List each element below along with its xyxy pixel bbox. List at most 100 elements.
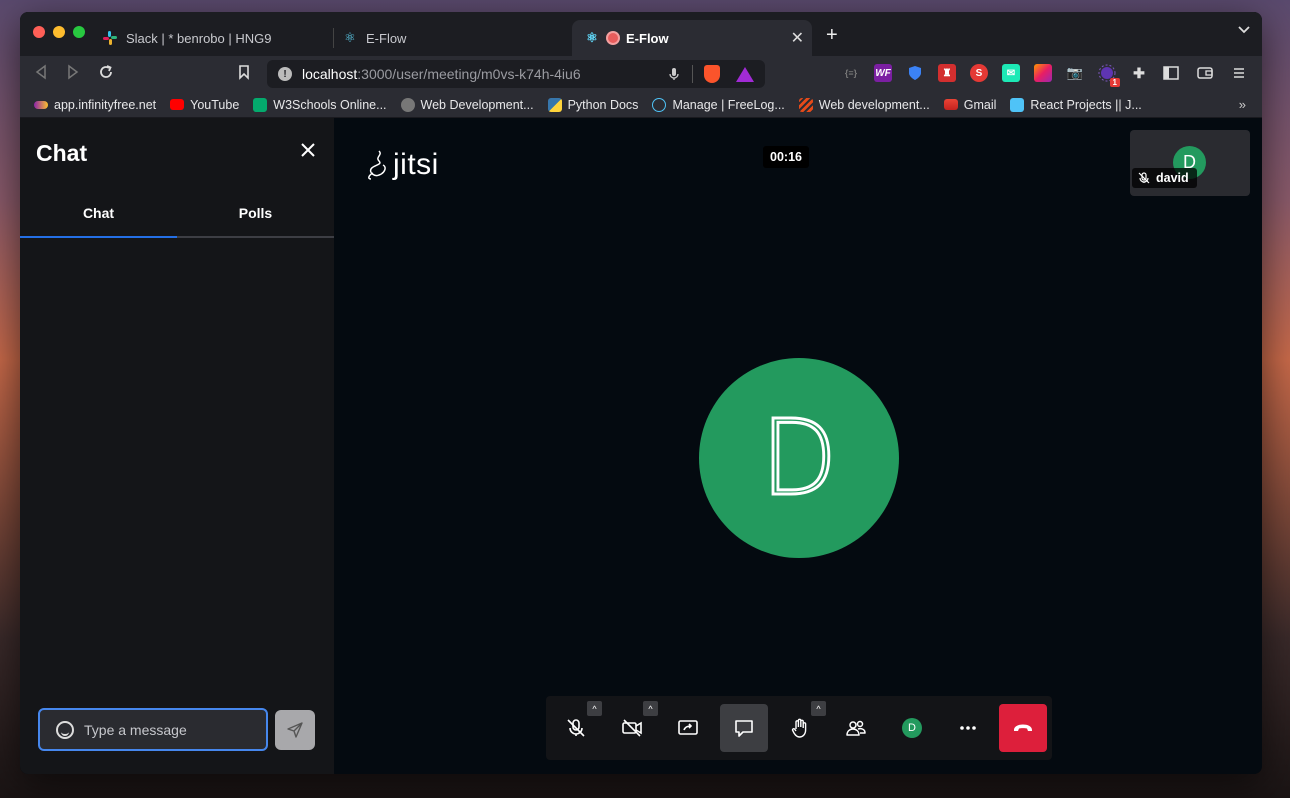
url-text: localhost:3000/user/meeting/m0vs-k74h-4i… — [302, 66, 581, 82]
vpn-shield-icon[interactable] — [906, 64, 924, 82]
globe-icon — [400, 97, 415, 112]
slack-icon — [102, 30, 118, 46]
tab-search-chevron-icon[interactable] — [1238, 26, 1250, 34]
url-divider — [692, 65, 693, 83]
more-icon — [960, 726, 976, 730]
tab-strip: Slack | * benrobo | HNG9 ⚛ E-Flow ⚛ E-Fl… — [20, 12, 1262, 56]
tab-title: E-Flow — [366, 30, 407, 46]
bookmarks-bar: app.infinityfree.net YouTube W3Schools O… — [20, 92, 1262, 118]
react-projects-icon — [1010, 97, 1025, 112]
bookmark-item[interactable]: Web development... — [798, 97, 930, 112]
bookmark-item[interactable]: Web Development... — [400, 97, 534, 112]
zoom-window-button[interactable] — [73, 26, 85, 38]
participant-name-tag: david — [1132, 168, 1197, 188]
gmail-icon — [943, 99, 958, 110]
blocker-extension-icon[interactable]: 1 — [1098, 64, 1120, 87]
more-actions-button[interactable] — [944, 704, 992, 752]
bookmark-item[interactable]: app.infinityfree.net — [34, 98, 156, 112]
bookmark-item[interactable]: YouTube — [170, 98, 239, 112]
menu-icon[interactable] — [1230, 64, 1248, 82]
meeting-timer: 00:16 — [763, 146, 809, 168]
close-tab-icon[interactable]: ✕ — [791, 28, 804, 48]
participant-thumbnail[interactable]: D david — [1130, 130, 1250, 196]
chat-panel: Chat Chat Polls — [20, 118, 334, 774]
brave-rewards-icon[interactable] — [736, 66, 754, 82]
reactions-chevron-icon[interactable]: ^ — [811, 701, 826, 716]
color-extension-icon[interactable] — [1034, 64, 1052, 82]
puzzle-extensions-icon[interactable]: ✚ — [1130, 64, 1148, 82]
sidebar-icon[interactable] — [1162, 64, 1180, 82]
back-icon[interactable] — [34, 64, 48, 80]
recording-icon — [608, 33, 618, 43]
minimize-window-button[interactable] — [53, 26, 65, 38]
hand-icon — [791, 718, 807, 738]
microphone-icon[interactable] — [669, 67, 679, 81]
bookmark-icon[interactable] — [238, 64, 250, 80]
chat-title: Chat — [36, 140, 88, 166]
chat-icon — [735, 720, 753, 737]
castle-extension-icon[interactable]: ♜ — [938, 64, 956, 82]
react-icon: ⚛ — [586, 30, 598, 45]
tab-polls[interactable]: Polls — [177, 196, 334, 236]
bookmark-item[interactable]: W3Schools Online... — [253, 97, 387, 112]
browser-window: Slack | * benrobo | HNG9 ⚛ E-Flow ⚛ E-Fl… — [20, 12, 1262, 774]
jitsi-logo[interactable]: jitsi — [365, 148, 439, 182]
w3schools-icon — [253, 97, 268, 112]
muted-mic-icon — [1138, 172, 1150, 184]
jitsi-mark-icon — [365, 149, 391, 181]
wallet-icon[interactable] — [1196, 64, 1214, 82]
emoji-icon[interactable] — [56, 720, 74, 739]
more-bookmarks-icon[interactable]: » — [1239, 97, 1246, 112]
screen-share-icon — [678, 720, 698, 735]
share-screen-button[interactable] — [664, 704, 712, 752]
send-button[interactable] — [275, 710, 315, 750]
address-bar[interactable]: ! localhost:3000/user/meeting/m0vs-k74h-… — [267, 60, 765, 88]
send-icon — [287, 722, 303, 738]
logo-text: jitsi — [393, 148, 439, 181]
window-controls — [33, 26, 85, 38]
bookmark-item[interactable]: Manage | FreeLog... — [652, 97, 785, 112]
meeting-toolbar: ^ ^ ^ D — [546, 696, 1052, 760]
tab-slack[interactable]: Slack | * benrobo | HNG9 — [90, 20, 332, 56]
webdev-icon — [798, 97, 813, 112]
chat-tabs: Chat Polls — [20, 196, 334, 238]
bookmark-item[interactable]: Gmail — [943, 98, 996, 112]
svelte-extension-icon[interactable]: S — [970, 64, 988, 82]
profile-button[interactable]: D — [888, 704, 936, 752]
bookmark-item[interactable]: React Projects || J... — [1010, 97, 1142, 112]
tab-title: Slack | * benrobo | HNG9 — [126, 30, 272, 46]
message-input-wrapper — [38, 708, 268, 751]
microphone-off-icon — [567, 719, 585, 737]
bookmark-item[interactable]: Python Docs — [547, 97, 638, 112]
mail-extension-icon[interactable]: ✉ — [1002, 64, 1020, 82]
message-input[interactable] — [84, 721, 254, 738]
reload-icon[interactable] — [98, 64, 114, 80]
youtube-icon — [170, 99, 185, 110]
forward-icon[interactable] — [66, 64, 80, 80]
video-options-chevron-icon[interactable]: ^ — [643, 701, 658, 716]
audio-options-chevron-icon[interactable]: ^ — [587, 701, 602, 716]
participants-icon — [846, 720, 866, 736]
chat-button[interactable] — [720, 704, 768, 752]
leave-meeting-button[interactable] — [999, 704, 1047, 752]
tab-chat[interactable]: Chat — [20, 196, 177, 238]
wf-extension-icon[interactable]: WF — [874, 64, 892, 82]
infinityfree-icon — [34, 100, 48, 109]
browser-toolbar: ! localhost:3000/user/meeting/m0vs-k74h-… — [20, 56, 1262, 92]
tab-eflow-active[interactable]: ⚛ E-Flow ✕ — [572, 20, 812, 56]
close-chat-icon[interactable] — [300, 142, 316, 158]
hangup-icon — [1014, 724, 1032, 731]
tab-eflow[interactable]: ⚛ E-Flow — [330, 20, 572, 56]
brave-shields-icon[interactable] — [704, 65, 720, 83]
video-off-icon — [622, 719, 642, 737]
extension-badge: 1 — [1109, 78, 1120, 87]
participants-button[interactable] — [832, 704, 880, 752]
camera-extension-icon[interactable]: 📷 — [1066, 64, 1084, 82]
freelogo-icon — [652, 97, 667, 112]
site-info-icon[interactable]: ! — [278, 67, 292, 81]
close-window-button[interactable] — [33, 26, 45, 38]
react-icon: ⚛ — [344, 30, 356, 45]
new-tab-button[interactable]: + — [826, 24, 838, 47]
meeting-page: Chat Chat Polls jitsi 00:16 D — [20, 118, 1262, 774]
code-extension-icon[interactable]: {≡} — [842, 64, 860, 82]
